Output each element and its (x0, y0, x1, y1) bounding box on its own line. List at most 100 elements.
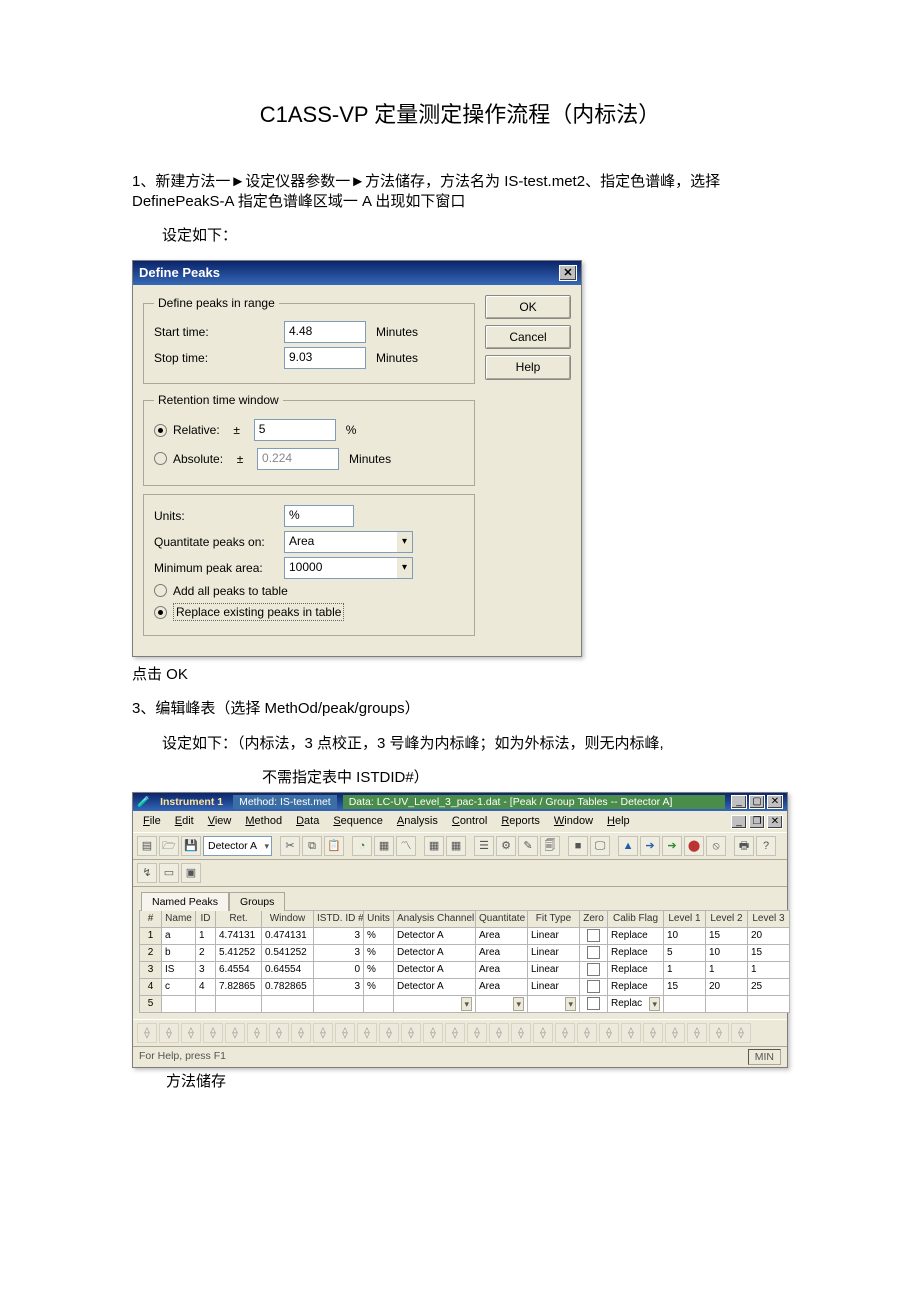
cell[interactable]: 4 (196, 978, 216, 995)
menu-method[interactable]: Method (239, 813, 288, 830)
cell[interactable]: 15 (706, 927, 748, 944)
calibrate-icon[interactable]: ⚙ (496, 836, 516, 856)
col-header[interactable]: Name (162, 911, 196, 928)
replace-radio[interactable]: Replace existing peaks in table (154, 603, 464, 621)
start-time-input[interactable]: 4.48 (284, 321, 366, 343)
col-header[interactable]: Quantitate (476, 911, 528, 928)
checkbox-icon[interactable] (587, 929, 600, 942)
close-icon[interactable]: ✕ (767, 795, 783, 809)
menu-file[interactable]: File (137, 813, 167, 830)
cell[interactable]: Linear (528, 944, 580, 961)
cancel-icon[interactable]: ⦸ (706, 836, 726, 856)
cell[interactable]: % (364, 961, 394, 978)
cell[interactable]: 10 (664, 927, 706, 944)
cell[interactable] (216, 995, 262, 1012)
relative-radio[interactable]: Relative: (154, 422, 220, 438)
cell[interactable]: 0 (314, 961, 364, 978)
cell[interactable] (580, 944, 608, 961)
chart-icon[interactable]: ▦ (374, 836, 394, 856)
cell[interactable]: Area (476, 927, 528, 944)
col-header[interactable]: Ret. (216, 911, 262, 928)
cell[interactable]: 6.4554 (216, 961, 262, 978)
menu-edit[interactable]: Edit (169, 813, 200, 830)
col-header[interactable]: Units (364, 911, 394, 928)
cell[interactable]: 7.82865 (216, 978, 262, 995)
cell[interactable]: 3 (140, 961, 162, 978)
relative-input[interactable]: 5 (254, 419, 336, 441)
tab-named-peaks[interactable]: Named Peaks (141, 892, 229, 911)
cell[interactable]: 3 (314, 944, 364, 961)
close-icon[interactable]: ✕ (559, 265, 577, 281)
cell[interactable]: c (162, 978, 196, 995)
quantitate-combo[interactable]: Area ▾ (284, 531, 413, 553)
tool-b-icon[interactable]: ▭ (159, 863, 179, 883)
cell[interactable]: Replace (608, 944, 664, 961)
cell[interactable]: 1 (748, 961, 790, 978)
table-row[interactable]: 1a14.741310.4741313%Detector AAreaLinear… (140, 927, 790, 944)
cell[interactable] (748, 995, 790, 1012)
cut-icon[interactable]: ✂ (280, 836, 300, 856)
cell[interactable]: 1 (196, 927, 216, 944)
cell[interactable]: ▾ (528, 995, 580, 1012)
tool-a-icon[interactable]: ↯ (137, 863, 157, 883)
cell[interactable]: Replac▾ (608, 995, 664, 1012)
cell[interactable] (706, 995, 748, 1012)
cell[interactable]: Area (476, 944, 528, 961)
prev-icon[interactable]: ➔ (662, 836, 682, 856)
col-header[interactable]: Level 1 (664, 911, 706, 928)
chevron-down-icon[interactable]: ▾ (513, 997, 524, 1011)
chevron-down-icon[interactable]: ▾ (461, 997, 472, 1011)
menu-analysis[interactable]: Analysis (391, 813, 444, 830)
cell[interactable] (196, 995, 216, 1012)
cell[interactable] (580, 995, 608, 1012)
cell[interactable]: 3 (314, 927, 364, 944)
tab-groups[interactable]: Groups (229, 892, 285, 911)
checkbox-icon[interactable] (587, 946, 600, 959)
help-icon[interactable]: ? (756, 836, 776, 856)
col-header[interactable]: # (140, 911, 162, 928)
col-header[interactable]: ISTD. ID # (314, 911, 364, 928)
chevron-down-icon[interactable]: ▾ (565, 997, 576, 1011)
cell[interactable]: 15 (664, 978, 706, 995)
cell[interactable]: Replace (608, 978, 664, 995)
record-icon[interactable]: ⬤ (684, 836, 704, 856)
cell[interactable]: 20 (706, 978, 748, 995)
menu-view[interactable]: View (202, 813, 238, 830)
add-all-radio[interactable]: Add all peaks to table (154, 583, 464, 599)
cell[interactable]: 15 (748, 944, 790, 961)
col-header[interactable]: Calib Flag (608, 911, 664, 928)
analyze-icon[interactable]: ◔ (352, 836, 372, 856)
cell[interactable]: Linear (528, 961, 580, 978)
child-close-icon[interactable]: ✕ (767, 815, 783, 829)
child-minimize-icon[interactable]: _ (731, 815, 747, 829)
table-row[interactable]: 5 ▾ ▾ ▾ Replac▾ (140, 995, 790, 1012)
menu-help[interactable]: Help (601, 813, 636, 830)
table-row[interactable]: 3IS36.45540.645540%Detector AAreaLinearR… (140, 961, 790, 978)
menu-data[interactable]: Data (290, 813, 325, 830)
cell[interactable]: % (364, 978, 394, 995)
cell[interactable]: ▾ (394, 995, 476, 1012)
app-titlebar[interactable]: 🧪 Instrument 1 Method: IS-test.met Data:… (133, 793, 787, 811)
table-icon[interactable]: ▦ (424, 836, 444, 856)
cell[interactable]: 0.782865 (262, 978, 314, 995)
checkbox-icon[interactable] (587, 963, 600, 976)
maximize-icon[interactable]: ▢ (749, 795, 765, 809)
cell[interactable]: b (162, 944, 196, 961)
cell[interactable]: 5 (140, 995, 162, 1012)
menu-window[interactable]: Window (548, 813, 599, 830)
ok-button[interactable]: OK (485, 295, 571, 319)
cell[interactable]: % (364, 944, 394, 961)
open-icon[interactable]: 🗁 (159, 836, 179, 856)
report-icon[interactable]: 🗐 (540, 836, 560, 856)
cell[interactable]: Linear (528, 927, 580, 944)
tool-c-icon[interactable]: ▣ (181, 863, 201, 883)
cell[interactable]: 1 (140, 927, 162, 944)
menu-reports[interactable]: Reports (495, 813, 546, 830)
menu-sequence[interactable]: Sequence (327, 813, 389, 830)
cell[interactable]: Replace (608, 927, 664, 944)
col-header[interactable]: Fit Type (528, 911, 580, 928)
cell[interactable]: 5.41252 (216, 944, 262, 961)
checkbox-icon[interactable] (587, 997, 600, 1010)
cell[interactable] (664, 995, 706, 1012)
table2-icon[interactable]: ▦ (446, 836, 466, 856)
